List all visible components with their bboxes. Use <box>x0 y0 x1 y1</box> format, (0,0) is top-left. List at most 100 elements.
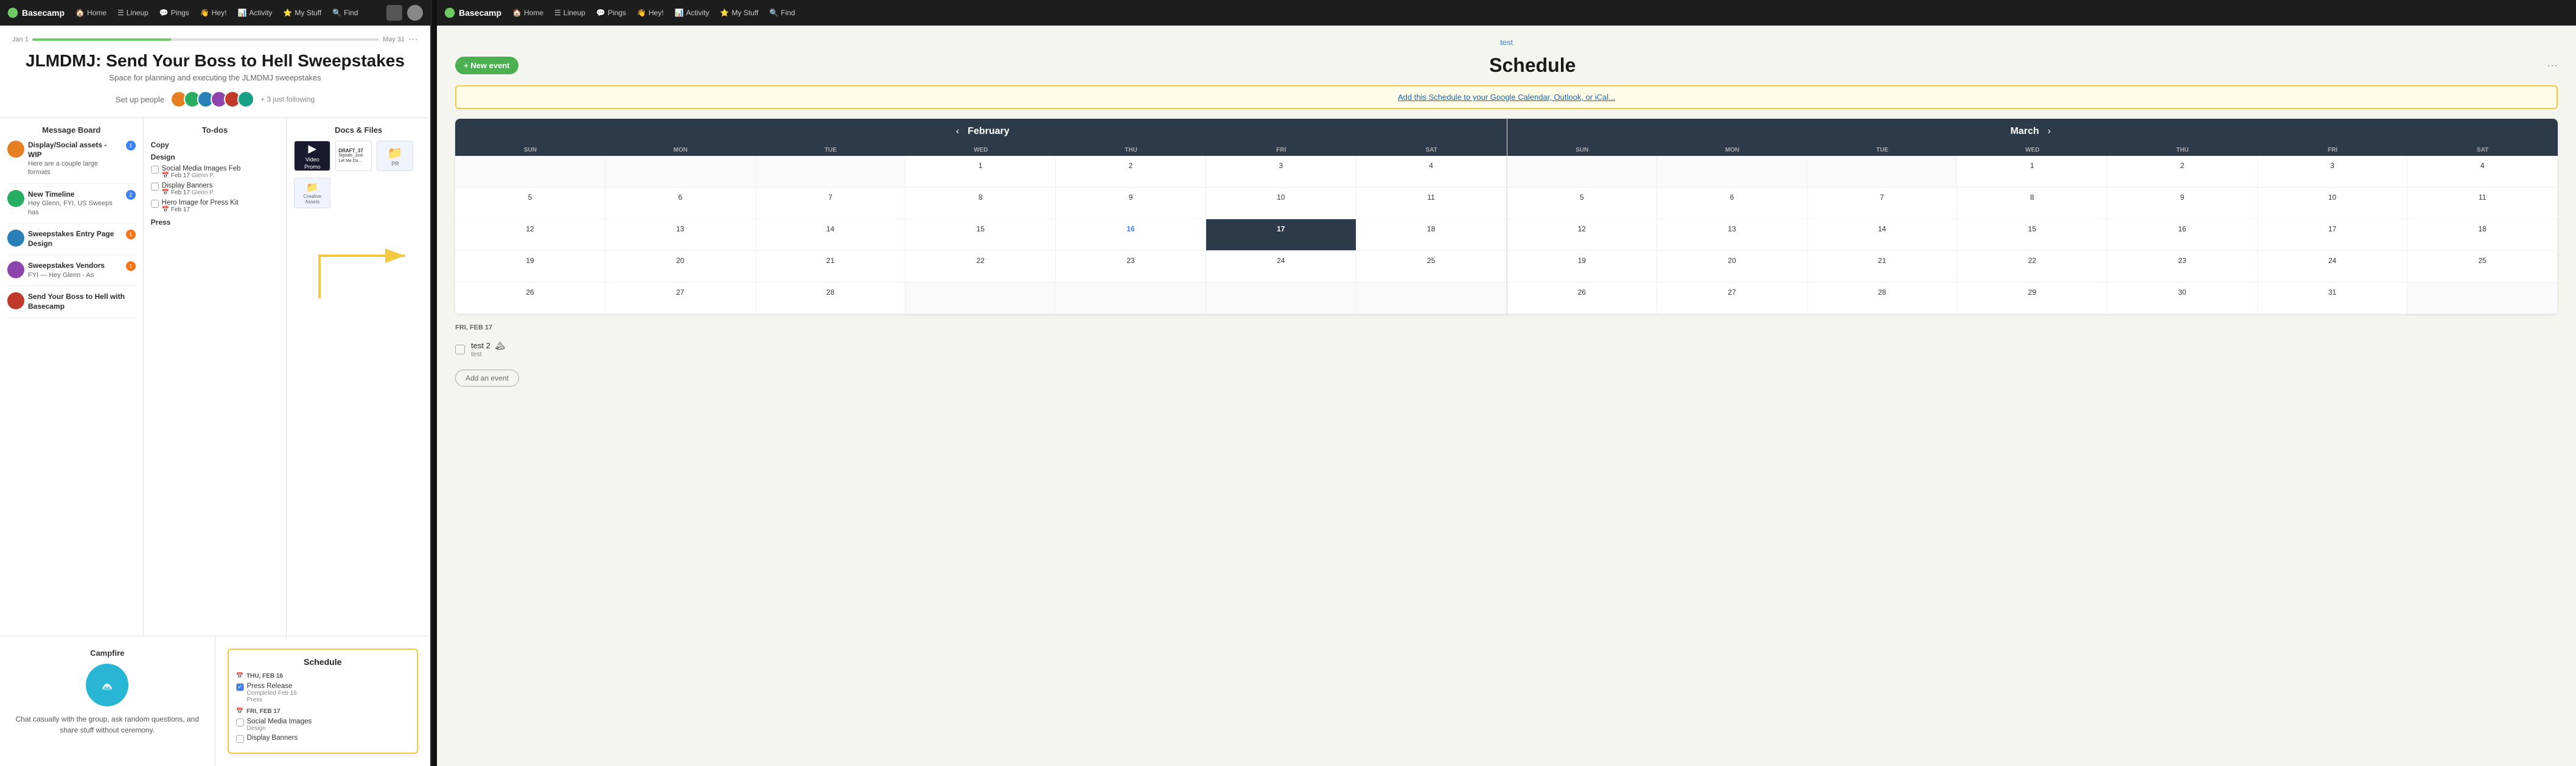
cal-day[interactable]: 6 <box>606 188 756 219</box>
todo-item-2[interactable]: Hero Image for Press Kit 📅 Feb 17 <box>151 199 279 213</box>
cal-day[interactable]: 18 <box>2407 219 2558 251</box>
left-nav-lineup[interactable]: ☰ Lineup <box>117 9 148 17</box>
cal-day[interactable] <box>756 156 906 188</box>
todo-item-0[interactable]: Social Media Images Feb 📅 Feb 17 Glenn P… <box>151 165 279 179</box>
cal-day[interactable]: 29 <box>1957 283 2107 314</box>
google-cal-link[interactable]: Add this Schedule to your Google Calenda… <box>1398 93 1615 102</box>
right-nav-find[interactable]: 🔍 Find <box>769 9 795 17</box>
cal-day[interactable]: 19 <box>455 251 606 283</box>
cal-day[interactable] <box>1807 156 1958 188</box>
cal-day[interactable]: 27 <box>1657 283 1807 314</box>
cal-day[interactable]: 25 <box>1356 251 1507 283</box>
todo-item-1[interactable]: Display Banners 📅 Feb 17 Glenn P. <box>151 182 279 196</box>
cal-day[interactable] <box>606 156 756 188</box>
cal-day[interactable]: 3 <box>1206 156 1356 188</box>
right-nav-activity[interactable]: 📊 Activity <box>674 9 709 17</box>
cal-day[interactable]: 20 <box>1657 251 1807 283</box>
cal-day[interactable] <box>906 283 1056 314</box>
sched-item-0[interactable]: ✓ Press Release Completed Feb 16 Press <box>236 683 410 703</box>
cal-day[interactable] <box>1507 156 1658 188</box>
campfire-icon[interactable] <box>86 664 128 706</box>
doc-item-0[interactable]: ▶ Video Promo <box>294 141 330 173</box>
right-logo[interactable]: Basecamp <box>444 7 501 18</box>
cal-day[interactable]: 22 <box>1957 251 2107 283</box>
cal-day[interactable]: 31 <box>2258 283 2408 314</box>
cal-day[interactable] <box>1356 283 1507 314</box>
add-event-button[interactable]: Add an event <box>455 370 519 387</box>
schedule-more-dots[interactable]: ··· <box>2547 59 2558 72</box>
cal-day[interactable]: 17 <box>1206 219 1356 251</box>
msg-item-2[interactable]: Sweepstakes Entry Page Design 1 <box>7 230 136 255</box>
cal-day[interactable]: 15 <box>1957 219 2107 251</box>
cal-day[interactable]: 16 <box>1056 219 1206 251</box>
left-nav-activity[interactable]: 📊 Activity <box>237 9 272 17</box>
left-nav-home[interactable]: 🏠 Home <box>75 9 106 17</box>
left-nav-hey[interactable]: 👋 Hey! <box>200 9 227 17</box>
right-nav-home[interactable]: 🏠 Home <box>512 9 543 17</box>
msg-item-3[interactable]: Sweepstakes Vendors FYI — Hey Glenn - As… <box>7 261 136 286</box>
cal-day[interactable]: 4 <box>1356 156 1507 188</box>
cal-day[interactable]: 28 <box>756 283 906 314</box>
cal-day[interactable]: 19 <box>1507 251 1658 283</box>
cal-day[interactable]: 18 <box>1356 219 1507 251</box>
cal-day[interactable]: 25 <box>2407 251 2558 283</box>
avatar-6[interactable] <box>237 91 254 108</box>
cal-day[interactable]: 26 <box>455 283 606 314</box>
set-people-button[interactable]: Set up people <box>116 95 164 104</box>
cal-day[interactable]: 13 <box>606 219 756 251</box>
cal-day[interactable]: 4 <box>2407 156 2558 188</box>
cal-day[interactable]: 5 <box>455 188 606 219</box>
cal-day[interactable]: 21 <box>1807 251 1958 283</box>
event-checkbox-0[interactable] <box>455 345 465 354</box>
sched-check-empty-1[interactable] <box>236 719 244 726</box>
cal-day[interactable] <box>1657 156 1807 188</box>
cal-day[interactable]: 1 <box>1957 156 2107 188</box>
todo-check-0[interactable] <box>151 166 159 174</box>
cal-day[interactable]: 5 <box>1507 188 1658 219</box>
event-item-0[interactable]: test 2 🏔 test <box>455 336 2558 364</box>
cal-day[interactable]: 10 <box>1206 188 1356 219</box>
left-logo[interactable]: Basecamp <box>7 7 65 18</box>
cal-day[interactable]: 3 <box>2258 156 2408 188</box>
cal-day[interactable]: 2 <box>2107 156 2258 188</box>
right-nav-lineup[interactable]: ☰ Lineup <box>554 9 585 17</box>
cal-day[interactable]: 23 <box>1056 251 1206 283</box>
cal-day[interactable] <box>1206 283 1356 314</box>
left-nav-avatar-sq[interactable] <box>386 5 402 21</box>
cal-day[interactable]: 10 <box>2258 188 2408 219</box>
msg-item-0[interactable]: Display/Social assets - WIP Here are a c… <box>7 141 136 184</box>
cal-day[interactable]: 12 <box>455 219 606 251</box>
sched-item-1[interactable]: Social Media Images Design <box>236 718 410 732</box>
new-event-button[interactable]: + New event <box>455 57 518 74</box>
cal-day[interactable]: 27 <box>606 283 756 314</box>
right-nav-pings[interactable]: 💬 Pings <box>596 9 626 17</box>
cal-day[interactable]: 24 <box>1206 251 1356 283</box>
right-nav-hey[interactable]: 👋 Hey! <box>637 9 664 17</box>
cal-day[interactable]: 30 <box>2107 283 2258 314</box>
cal-day[interactable]: 22 <box>906 251 1056 283</box>
cal-day[interactable]: 8 <box>906 188 1056 219</box>
cal-day[interactable]: 28 <box>1807 283 1958 314</box>
sched-check-empty-2[interactable] <box>236 735 244 743</box>
msg-item-4[interactable]: Send Your Boss to Hell with Basecamp <box>7 292 136 318</box>
todo-check-2[interactable] <box>151 200 159 208</box>
doc-item-3[interactable]: 📁 CreativeAssets <box>294 178 330 210</box>
left-nav-find[interactable]: 🔍 Find <box>332 9 358 17</box>
todo-check-1[interactable] <box>151 183 159 191</box>
cal-day[interactable]: 20 <box>606 251 756 283</box>
cal-prev-button[interactable]: ‹ <box>952 125 963 138</box>
cal-day[interactable] <box>1056 283 1206 314</box>
cal-day[interactable]: 14 <box>756 219 906 251</box>
cal-day[interactable]: 16 <box>2107 219 2258 251</box>
breadcrumb-link[interactable]: test <box>455 38 2558 47</box>
doc-item-2[interactable]: 📁 PR <box>377 141 413 173</box>
cal-day[interactable]: 21 <box>756 251 906 283</box>
left-nav-avatar-circle[interactable] <box>407 5 423 21</box>
cal-day[interactable]: 26 <box>1507 283 1658 314</box>
cal-day[interactable]: 15 <box>906 219 1056 251</box>
cal-day[interactable]: 1 <box>906 156 1056 188</box>
cal-day[interactable]: 9 <box>1056 188 1206 219</box>
cal-day[interactable] <box>455 156 606 188</box>
cal-day[interactable]: 2 <box>1056 156 1206 188</box>
cal-day[interactable]: 17 <box>2258 219 2408 251</box>
